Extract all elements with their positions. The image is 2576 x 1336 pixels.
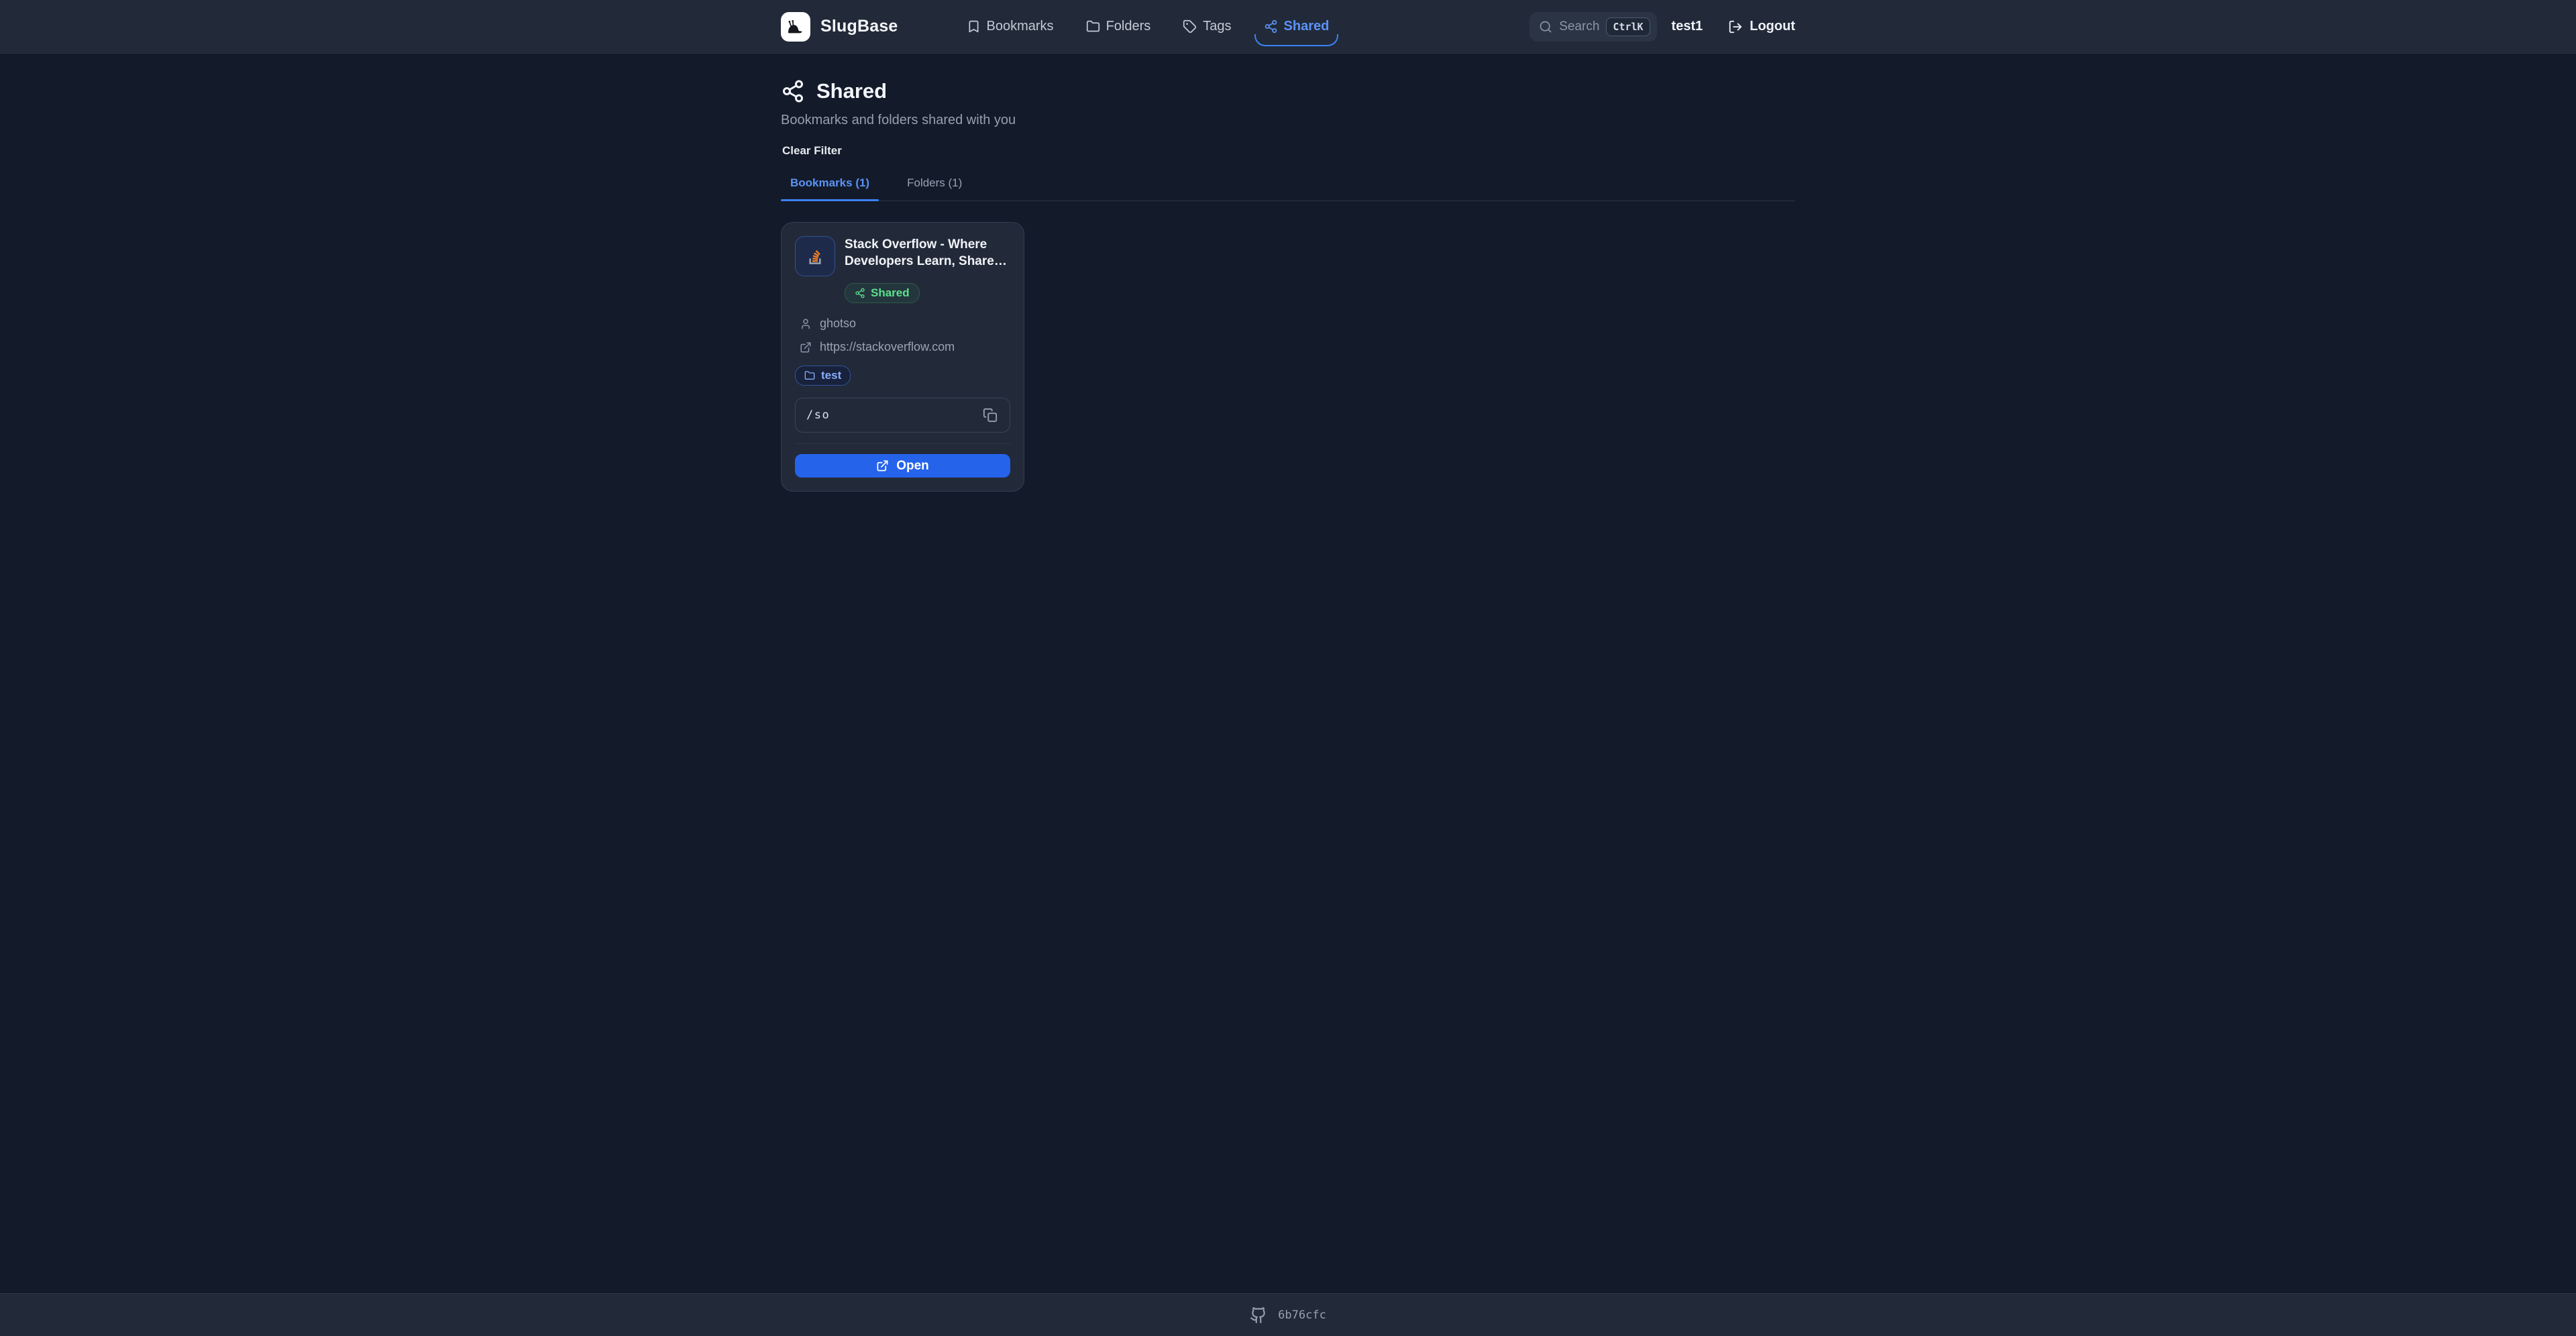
page-footer: 6b76cfc — [0, 1293, 2576, 1336]
open-button-label: Open — [896, 459, 929, 474]
copy-icon — [983, 408, 998, 423]
nav-item-label: Bookmarks — [987, 19, 1054, 34]
share-icon — [1264, 19, 1278, 34]
badge-label: Shared — [871, 286, 910, 300]
current-username: test1 — [1672, 19, 1703, 34]
external-link-icon — [800, 341, 812, 353]
external-link-icon — [876, 459, 889, 472]
page-title: Shared — [816, 79, 887, 103]
nav-item-label: Shared — [1284, 19, 1330, 34]
card-divider — [795, 443, 1010, 444]
navbar-inner: SlugBase Bookmarks Folders Tags — [781, 0, 1795, 53]
top-navbar: SlugBase Bookmarks Folders Tags — [0, 0, 2576, 54]
stackoverflow-icon — [804, 245, 826, 267]
search-input[interactable]: Search CtrlK — [1529, 12, 1656, 42]
page-subtitle: Bookmarks and folders shared with you — [781, 113, 1795, 128]
share-icon — [781, 79, 805, 103]
clear-filter-button[interactable]: Clear Filter — [781, 142, 843, 160]
tab-bar: Bookmarks (1) Folders (1) — [781, 176, 1795, 201]
github-icon[interactable] — [1250, 1306, 1267, 1324]
bookmark-url-row[interactable]: https://stackoverflow.com — [795, 340, 1010, 354]
shared-status-badge: Shared — [845, 283, 920, 303]
tab-folders[interactable]: Folders (1) — [898, 176, 971, 201]
bookmark-owner: ghotso — [820, 317, 856, 331]
nav-item-tags[interactable]: Tags — [1181, 16, 1232, 37]
user-icon — [800, 318, 812, 330]
search-placeholder: Search — [1559, 19, 1599, 34]
logout-icon — [1728, 19, 1743, 34]
bookmark-title: Stack Overflow - Where Developers Learn,… — [845, 236, 1010, 270]
logout-button[interactable]: Logout — [1728, 19, 1795, 34]
bookmark-favicon — [795, 236, 835, 276]
folder-icon — [1086, 19, 1100, 34]
bookmark-url: https://stackoverflow.com — [820, 340, 955, 354]
search-icon — [1539, 20, 1552, 34]
folder-tag-label: test — [821, 369, 841, 382]
logout-label: Logout — [1750, 19, 1795, 34]
search-shortcut-kbd: CtrlK — [1606, 17, 1650, 36]
nav-item-label: Tags — [1203, 19, 1231, 34]
bookmark-icon — [967, 19, 981, 34]
nav-item-label: Folders — [1106, 19, 1151, 34]
slug-value: /so — [806, 408, 830, 422]
commit-hash: 6b76cfc — [1278, 1309, 1326, 1322]
nav-item-bookmarks[interactable]: Bookmarks — [965, 16, 1055, 37]
brand-name: SlugBase — [820, 17, 898, 36]
nav-item-shared[interactable]: Shared — [1263, 16, 1331, 37]
folder-icon — [804, 370, 815, 381]
bookmark-card: Stack Overflow - Where Developers Learn,… — [781, 222, 1024, 492]
tag-icon — [1183, 19, 1197, 34]
copy-slug-button[interactable] — [980, 405, 1000, 425]
open-bookmark-button[interactable]: Open — [795, 454, 1010, 478]
tab-bookmarks[interactable]: Bookmarks (1) — [781, 176, 879, 201]
slug-icon — [786, 17, 806, 37]
share-icon — [855, 288, 865, 298]
primary-nav: Bookmarks Folders Tags Shared — [965, 16, 1331, 37]
nav-item-folders[interactable]: Folders — [1085, 16, 1152, 37]
folder-tag-pill[interactable]: test — [795, 366, 851, 386]
main-content: Shared Bookmarks and folders shared with… — [0, 54, 2576, 1293]
slug-box: /so — [795, 398, 1010, 433]
bookmark-owner-row: ghotso — [795, 317, 1010, 331]
slugbase-logo[interactable] — [781, 12, 810, 42]
page-header: Shared — [781, 79, 1795, 103]
